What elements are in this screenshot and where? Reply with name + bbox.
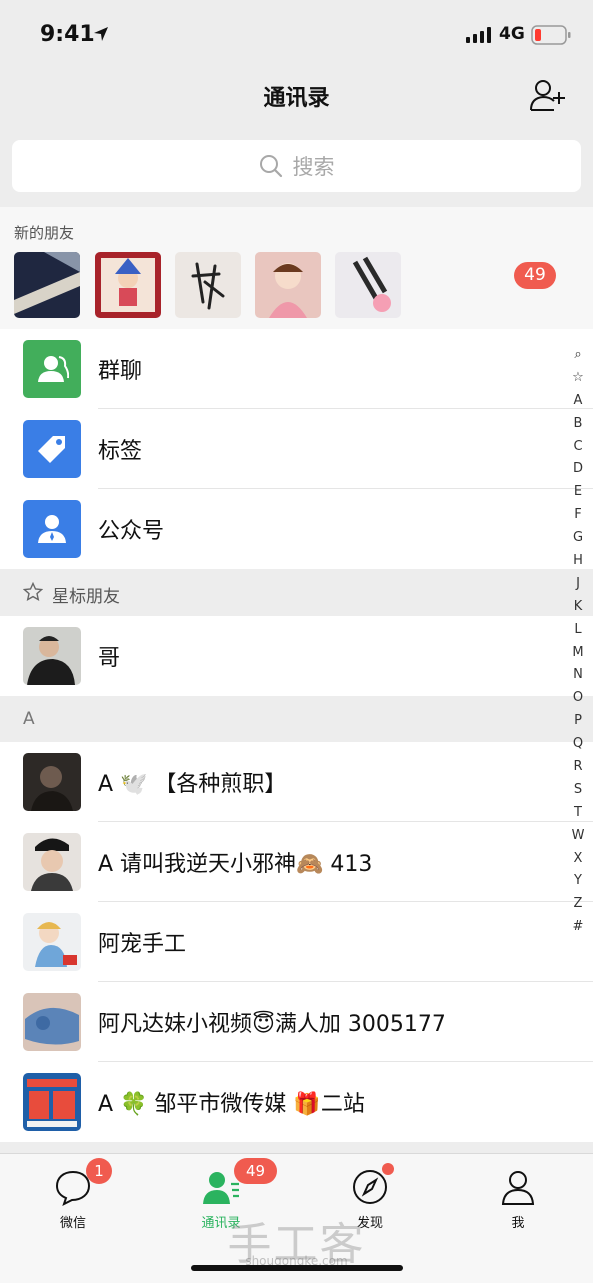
- new-friends-label: 新的朋友: [14, 224, 75, 242]
- index-letter[interactable]: ⌕: [568, 344, 588, 367]
- tag-icon: [23, 420, 81, 478]
- index-letter[interactable]: P: [568, 710, 588, 733]
- menu-label: 标签: [98, 439, 143, 464]
- contacts-badge: 49: [234, 1158, 277, 1184]
- status-time: 9:41: [40, 22, 95, 47]
- index-letter[interactable]: T: [568, 802, 588, 825]
- index-letter[interactable]: E: [568, 481, 588, 504]
- contact-avatar: [23, 753, 81, 811]
- index-letter[interactable]: ☆: [568, 367, 588, 390]
- new-friends-badge: 49: [514, 262, 556, 289]
- friend-avatar[interactable]: [95, 252, 161, 318]
- status-bar: 9:41 4G: [0, 0, 593, 70]
- discover-dot: [382, 1163, 394, 1175]
- person-icon: [501, 1171, 535, 1205]
- index-letter[interactable]: F: [568, 504, 588, 527]
- contact-row[interactable]: 哥: [0, 616, 593, 696]
- starred-header: 星标朋友: [0, 569, 593, 616]
- search-placeholder: 搜索: [292, 155, 335, 179]
- tags-row[interactable]: 标签: [0, 409, 593, 489]
- contact-avatar: [23, 1073, 81, 1131]
- index-letter[interactable]: Q: [568, 733, 588, 756]
- page-title: 通讯录: [263, 86, 330, 111]
- contact-row[interactable]: 阿凡达妹小视频😇满人加 3005177: [0, 982, 593, 1062]
- signal-icon: [466, 27, 491, 43]
- contact-name: 阿凡达妹小视频😇满人加 3005177: [98, 1012, 446, 1037]
- battery-icon: [531, 25, 571, 45]
- contact-row[interactable]: 阿宠手工: [0, 902, 593, 982]
- section-title: 星标朋友: [52, 587, 120, 607]
- contact-name: A 🍀 邹平市微传媒 🎁二站: [98, 1092, 365, 1117]
- index-letter[interactable]: B: [568, 413, 588, 436]
- official-accounts-row[interactable]: 公众号: [0, 489, 593, 569]
- index-letter[interactable]: Y: [568, 870, 588, 893]
- index-letter[interactable]: J: [568, 573, 588, 596]
- index-letter[interactable]: Z: [568, 893, 588, 916]
- index-letter[interactable]: #: [568, 916, 588, 939]
- star-icon: [23, 582, 43, 601]
- search-icon: [259, 155, 282, 178]
- index-letter[interactable]: L: [568, 619, 588, 642]
- search-input[interactable]: 搜索: [12, 140, 581, 192]
- contact-avatar: [23, 913, 81, 971]
- group-chat-icon: [23, 340, 81, 398]
- section-letter: A: [23, 709, 35, 729]
- index-letter[interactable]: D: [568, 458, 588, 481]
- contact-name: A 🕊️ 【各种煎职】: [98, 772, 287, 797]
- friend-avatar[interactable]: [14, 252, 80, 318]
- home-indicator: [191, 1265, 403, 1271]
- index-letter[interactable]: G: [568, 527, 588, 550]
- contact-name: 哥: [98, 646, 121, 671]
- index-letter[interactable]: A: [568, 390, 588, 413]
- menu-label: 群聊: [98, 359, 143, 384]
- contact-avatar: [23, 993, 81, 1051]
- index-letter[interactable]: K: [568, 596, 588, 619]
- new-friends-section[interactable]: 新的朋友 49: [0, 207, 593, 329]
- official-account-icon: [23, 500, 81, 558]
- index-letter[interactable]: C: [568, 436, 588, 459]
- contact-row[interactable]: A 请叫我逆天小邪神🙈 413: [0, 822, 593, 902]
- index-letter[interactable]: N: [568, 664, 588, 687]
- alphabet-index[interactable]: ⌕ ☆ A B C D E F G H J K L M N O P Q R S T W X Y Z #: [568, 344, 588, 939]
- index-letter[interactable]: O: [568, 687, 588, 710]
- index-letter[interactable]: R: [568, 756, 588, 779]
- friend-avatar[interactable]: [175, 252, 241, 318]
- index-letter[interactable]: S: [568, 779, 588, 802]
- index-letter[interactable]: M: [568, 642, 588, 665]
- location-arrow-icon: [94, 27, 108, 41]
- friend-avatar[interactable]: [335, 252, 401, 318]
- group-chats-row[interactable]: 群聊: [0, 329, 593, 409]
- friend-avatar[interactable]: [255, 252, 321, 318]
- network-type: 4G: [499, 24, 525, 44]
- contact-name: A 请叫我逆天小邪神🙈 413: [98, 852, 373, 877]
- menu-label: 公众号: [98, 519, 165, 544]
- contact-row[interactable]: A 🍀 邹平市微传媒 🎁二站: [0, 1062, 593, 1142]
- add-friend-icon[interactable]: [528, 78, 566, 112]
- contact-avatar: [23, 833, 81, 891]
- contact-row[interactable]: A 🕊️ 【各种煎职】: [0, 742, 593, 822]
- section-header-a: A: [0, 696, 593, 743]
- contact-name: 阿宠手工: [98, 932, 187, 957]
- contact-avatar: [23, 627, 81, 685]
- index-letter[interactable]: X: [568, 848, 588, 871]
- chats-badge: 1: [86, 1158, 112, 1184]
- index-letter[interactable]: H: [568, 550, 588, 573]
- index-letter[interactable]: W: [568, 825, 588, 848]
